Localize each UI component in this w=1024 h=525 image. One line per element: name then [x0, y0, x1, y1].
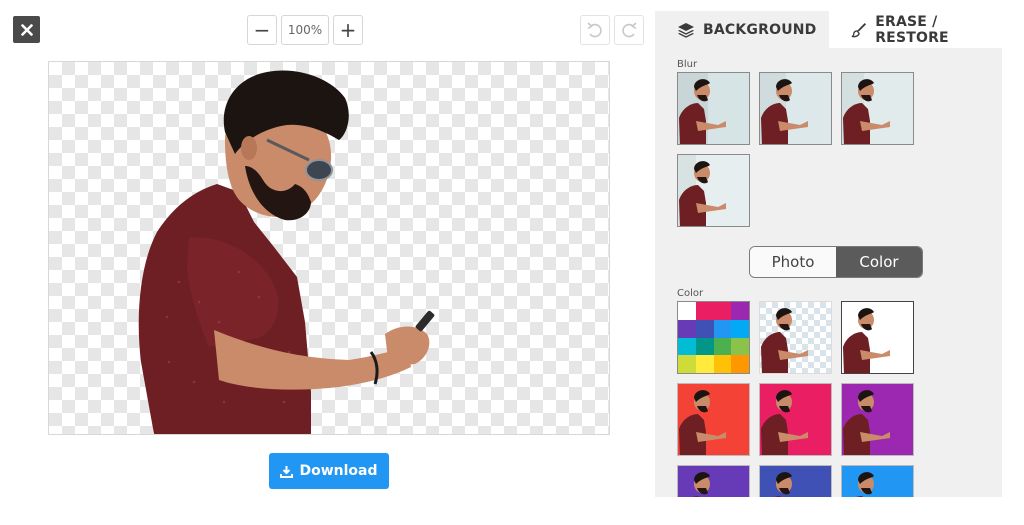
toggle-color[interactable]: Color — [836, 247, 922, 277]
color-thumb-red[interactable] — [677, 383, 750, 456]
blur-preview-image — [678, 73, 749, 144]
blur-preview-image — [760, 73, 831, 144]
background-editor: − 100% + Download BACKGROUND ERASE / RES… — [0, 0, 1024, 525]
color-thumb-indigo[interactable] — [759, 465, 832, 497]
color-swatch-cell — [695, 355, 714, 373]
image-canvas[interactable] — [48, 61, 610, 435]
color-preview-image — [842, 466, 913, 497]
blur-thumb-1[interactable] — [677, 72, 750, 145]
redo-icon — [622, 22, 637, 38]
toggle-photo[interactable]: Photo — [750, 247, 836, 277]
color-swatch-cell — [731, 355, 749, 373]
color-preview-image — [842, 384, 913, 455]
color-swatch-cell — [713, 302, 732, 320]
color-preview-image — [678, 466, 749, 497]
download-button[interactable]: Download — [269, 453, 389, 489]
side-panel: BACKGROUND ERASE / RESTORE Blur Photo Co… — [655, 11, 1002, 497]
tab-erase-restore[interactable]: ERASE / RESTORE — [829, 11, 1002, 48]
blur-preview-image — [678, 155, 749, 226]
color-thumb-deep-purple[interactable] — [677, 465, 750, 497]
color-thumb-transparent[interactable] — [759, 301, 832, 374]
color-preview-image — [678, 384, 749, 455]
tab-background-label: BACKGROUND — [703, 21, 817, 38]
subject-cutout-image — [138, 70, 435, 434]
color-swatch-cell — [713, 337, 732, 356]
blur-preview-image — [842, 73, 913, 144]
history-controls — [580, 15, 644, 45]
color-preview-image — [760, 302, 831, 373]
color-swatch-cell — [731, 337, 749, 356]
panel-tabs: BACKGROUND ERASE / RESTORE — [655, 11, 1002, 48]
layers-icon — [678, 22, 694, 38]
background-type-toggle: Photo Color — [749, 246, 923, 278]
download-label: Download — [299, 463, 378, 479]
zoom-level: 100% — [281, 15, 329, 45]
color-preview-image — [760, 384, 831, 455]
close-button[interactable] — [13, 16, 40, 43]
color-swatch-cell — [713, 319, 732, 338]
blur-thumb-4[interactable] — [677, 154, 750, 227]
blur-section-label: Blur — [677, 59, 698, 70]
color-thumb-blue[interactable] — [841, 465, 914, 497]
color-swatch-cell — [731, 302, 749, 320]
color-thumb-white[interactable] — [841, 301, 914, 374]
color-swatch-cell — [678, 319, 696, 338]
blur-thumb-3[interactable] — [841, 72, 914, 145]
color-preview-image — [760, 466, 831, 497]
color-thumb-pink[interactable] — [759, 383, 832, 456]
zoom-in-button[interactable]: + — [333, 15, 363, 45]
brush-icon — [851, 22, 867, 37]
blur-thumb-2[interactable] — [759, 72, 832, 145]
color-preview-image — [842, 302, 913, 373]
color-swatch-cell — [731, 319, 749, 338]
color-swatch-cell — [678, 355, 696, 373]
color-swatch-cell — [713, 355, 732, 373]
color-swatch-grid — [678, 302, 749, 373]
color-section-label: Color — [677, 288, 704, 299]
zoom-controls: − 100% + — [247, 15, 363, 45]
color-swatch-cell — [678, 302, 696, 320]
color-picker-thumb[interactable] — [677, 301, 750, 374]
undo-button[interactable] — [580, 15, 610, 45]
color-swatch-cell — [695, 302, 714, 320]
undo-icon — [587, 22, 602, 38]
close-icon — [20, 23, 33, 36]
tab-background[interactable]: BACKGROUND — [655, 11, 829, 48]
download-icon — [280, 465, 294, 478]
redo-button[interactable] — [614, 15, 644, 45]
color-swatch-cell — [678, 337, 696, 356]
tab-erase-restore-label: ERASE / RESTORE — [875, 13, 949, 46]
color-swatch-cell — [695, 337, 714, 356]
color-thumb-purple[interactable] — [841, 383, 914, 456]
color-swatch-cell — [695, 319, 714, 338]
zoom-out-button[interactable]: − — [247, 15, 277, 45]
